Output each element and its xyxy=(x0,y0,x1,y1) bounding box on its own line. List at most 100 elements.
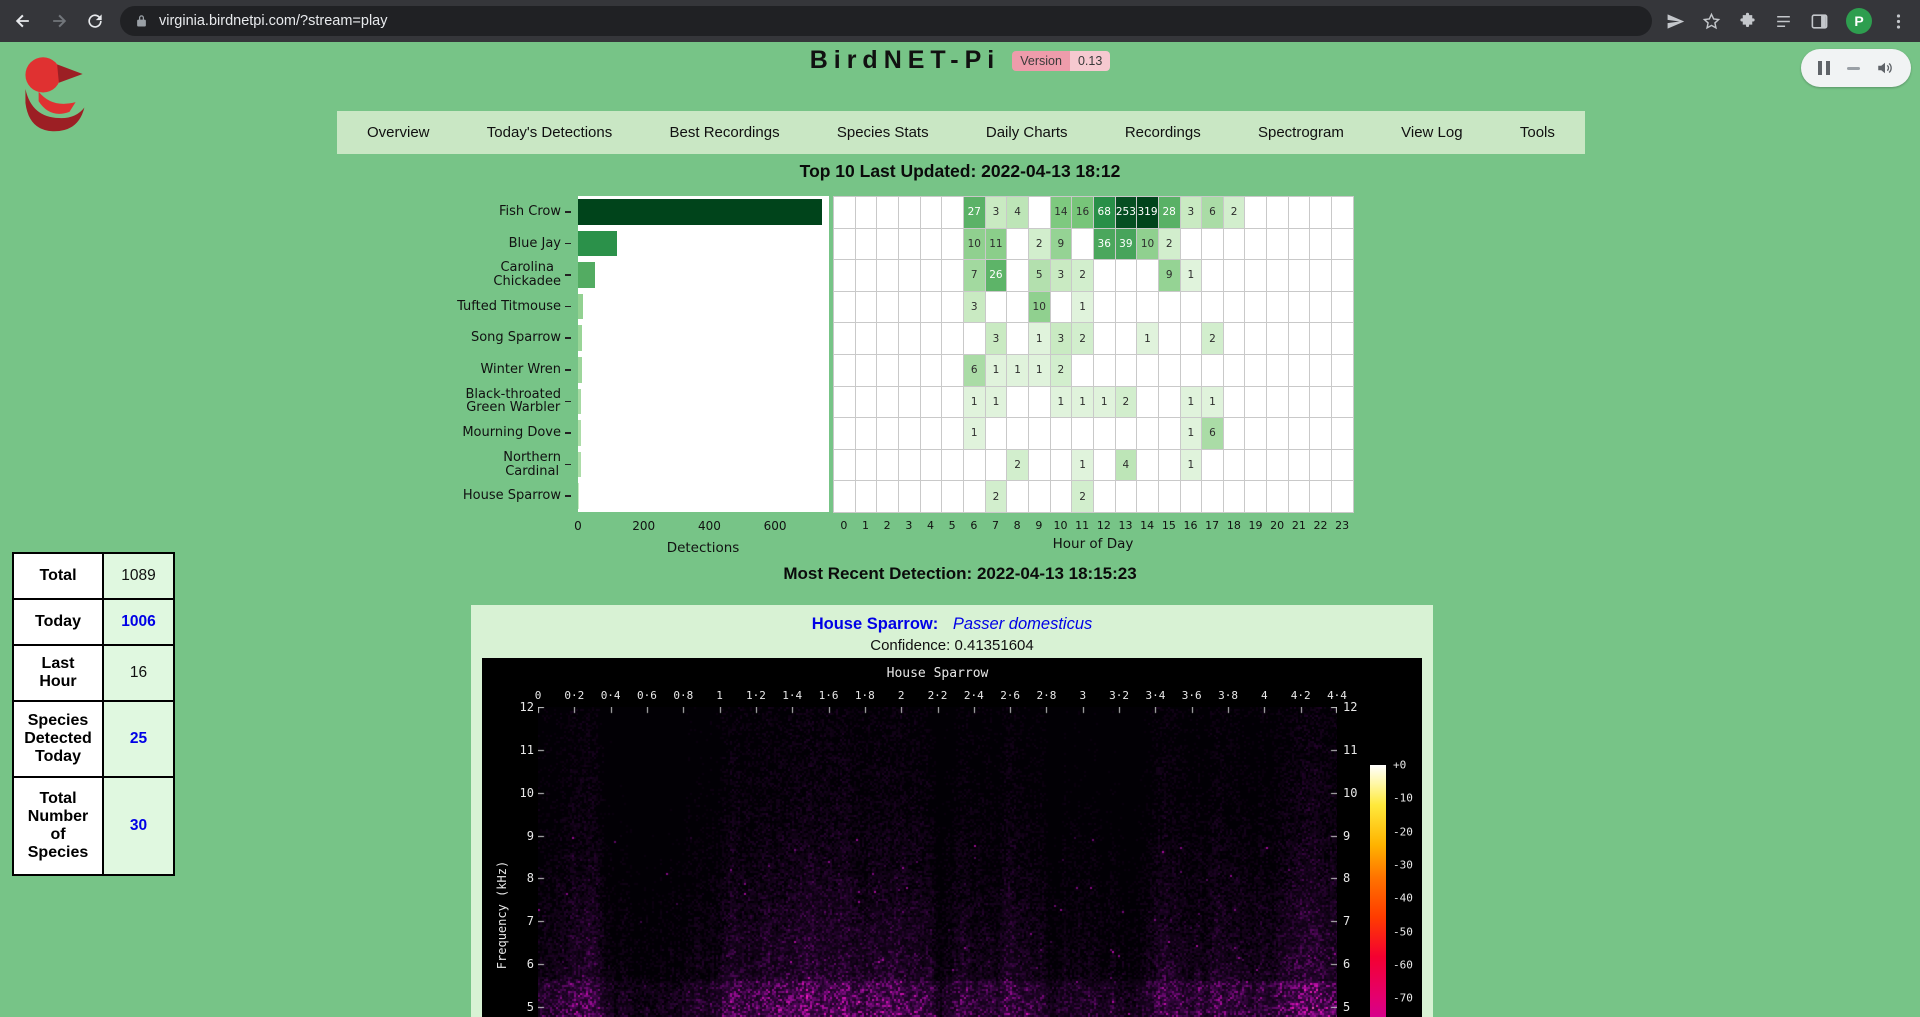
side-panel-icon[interactable] xyxy=(1810,12,1829,31)
detection-scientific-name-link[interactable]: Passer domesticus xyxy=(953,615,1092,633)
menu-kebab-icon[interactable] xyxy=(1889,12,1908,31)
hour-axis-tick: 8 xyxy=(1014,519,1021,532)
heatmap-cell xyxy=(1310,197,1332,229)
heatmap-cell: 3 xyxy=(1051,260,1073,292)
profile-avatar[interactable]: P xyxy=(1846,8,1872,34)
heatmap-cell xyxy=(1289,197,1311,229)
heatmap-cell xyxy=(1289,323,1311,355)
reading-list-icon[interactable] xyxy=(1774,12,1793,31)
heatmap-cell: 10 xyxy=(964,229,986,261)
heatmap-cell: 10 xyxy=(1137,229,1159,261)
heatmap-cell xyxy=(834,387,856,419)
extensions-icon[interactable] xyxy=(1738,12,1757,31)
nav-item-overview[interactable]: Overview xyxy=(367,124,430,141)
heatmap-cell xyxy=(942,355,964,387)
nav-item-recordings[interactable]: Recordings xyxy=(1125,124,1201,141)
heatmap-cell xyxy=(834,323,856,355)
heatmap-cell: 1 xyxy=(1051,387,1073,419)
audio-player[interactable] xyxy=(1801,49,1911,87)
heatmap-cell xyxy=(1072,229,1094,261)
hour-axis-tick: 18 xyxy=(1227,519,1241,532)
heatmap-cell xyxy=(1159,355,1181,387)
hour-axis-tick: 10 xyxy=(1054,519,1068,532)
heatmap-cell xyxy=(834,481,856,513)
freq-tick-left: 11 xyxy=(496,743,534,757)
bar-axis-tick: 0 xyxy=(574,519,582,533)
heatmap-cell xyxy=(1224,450,1246,482)
stats-value-link[interactable]: 1006 xyxy=(104,600,173,644)
heatmap-cell xyxy=(834,355,856,387)
heatmap-cell: 2 xyxy=(1159,229,1181,261)
stats-value-link[interactable]: 25 xyxy=(104,702,173,776)
heatmap-cell xyxy=(1245,450,1267,482)
heatmap-cell xyxy=(1245,260,1267,292)
nav-item-spectrogram[interactable]: Spectrogram xyxy=(1258,124,1344,141)
heatmap-cell xyxy=(1332,292,1354,324)
stats-row: Today1006 xyxy=(14,600,173,646)
heatmap-cell xyxy=(877,292,899,324)
detection-common-name-link[interactable]: House Sparrow: xyxy=(812,615,939,633)
heatmap-cell xyxy=(964,450,986,482)
stats-label: Last Hour xyxy=(14,646,104,700)
heatmap-cell xyxy=(1051,481,1073,513)
heatmap-cell xyxy=(1267,387,1289,419)
heatmap-cell: 1 xyxy=(986,387,1008,419)
heatmap-cell xyxy=(1267,418,1289,450)
heatmap-cell xyxy=(1245,229,1267,261)
seek-bar[interactable] xyxy=(1847,67,1860,70)
heatmap-cell xyxy=(921,481,943,513)
heatmap-cell xyxy=(834,450,856,482)
heatmap-cell xyxy=(1310,481,1332,513)
species-label: Winter Wren xyxy=(351,354,571,386)
browser-action-icons: P xyxy=(1666,8,1908,34)
nav-item-daily-charts[interactable]: Daily Charts xyxy=(986,124,1068,141)
reload-icon[interactable] xyxy=(84,10,106,32)
share-icon[interactable] xyxy=(1666,12,1685,31)
y-tick-mark xyxy=(565,464,571,466)
heatmap-cell xyxy=(1051,450,1073,482)
heatmap-cell: 2 xyxy=(1116,387,1138,419)
db-tick: +0 xyxy=(1393,759,1406,772)
nav-item-today-s-detections[interactable]: Today's Detections xyxy=(487,124,612,141)
heatmap-cell xyxy=(856,323,878,355)
pause-button[interactable] xyxy=(1818,61,1830,75)
nav-item-best-recordings[interactable]: Best Recordings xyxy=(670,124,780,141)
heatmap-cell: 4 xyxy=(1007,197,1029,229)
hour-axis-tick: 6 xyxy=(970,519,977,532)
heatmap-cell xyxy=(877,323,899,355)
hour-axis-tick: 15 xyxy=(1162,519,1176,532)
time-tick: 0 xyxy=(535,689,542,702)
heatmap-cell: 27 xyxy=(964,197,986,229)
time-tick: 3·4 xyxy=(1145,689,1165,702)
nav-item-species-stats[interactable]: Species Stats xyxy=(837,124,929,141)
heatmap-cell xyxy=(1007,387,1029,419)
nav-item-tools[interactable]: Tools xyxy=(1520,124,1555,141)
heatmap-cell xyxy=(834,229,856,261)
heatmap-cell xyxy=(856,260,878,292)
time-tick: 2·6 xyxy=(1000,689,1020,702)
volume-icon[interactable] xyxy=(1876,59,1894,77)
stats-value-link[interactable]: 30 xyxy=(104,778,173,874)
url-text[interactable]: virginia.birdnetpi.com/?stream=play xyxy=(159,13,387,29)
detections-bar xyxy=(578,199,822,225)
time-tick: 3 xyxy=(1079,689,1086,702)
heatmap-cell xyxy=(1332,323,1354,355)
bookmark-star-icon[interactable] xyxy=(1702,12,1721,31)
nav-item-view-log[interactable]: View Log xyxy=(1401,124,1462,141)
site-lock-icon[interactable] xyxy=(134,14,149,29)
spectrogram-title: House Sparrow xyxy=(538,666,1337,681)
time-tick: 2·2 xyxy=(928,689,948,702)
freq-tick-left: 12 xyxy=(496,700,534,714)
heatmap-cell xyxy=(899,229,921,261)
address-bar[interactable]: virginia.birdnetpi.com/?stream=play xyxy=(120,6,1652,36)
heatmap-cell: 1 xyxy=(1181,450,1203,482)
spectrogram: House Sparrow Frequency (kHz) 00·20·40·6… xyxy=(482,658,1422,1017)
heatmap-cell xyxy=(856,387,878,419)
heatmap-cell xyxy=(942,323,964,355)
heatmap-cell xyxy=(1159,387,1181,419)
time-tick: 1·8 xyxy=(855,689,875,702)
forward-icon[interactable] xyxy=(48,10,70,32)
back-icon[interactable] xyxy=(12,10,34,32)
detections-bar xyxy=(578,357,582,383)
heatmap-cell xyxy=(921,260,943,292)
